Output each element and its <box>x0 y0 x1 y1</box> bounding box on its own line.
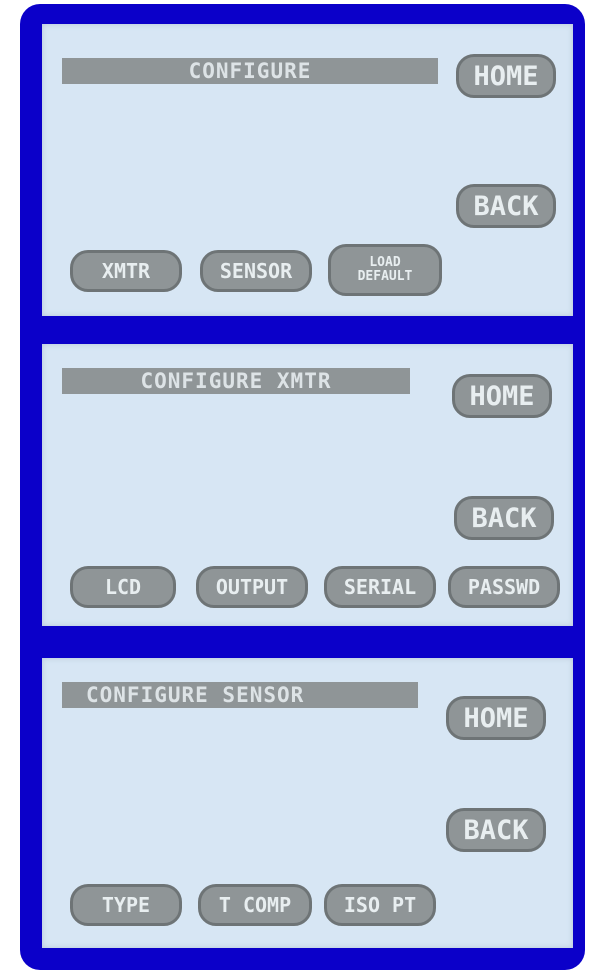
load-default-line1: LOAD <box>369 255 401 270</box>
t-comp-button[interactable]: T COMP <box>198 884 312 926</box>
iso-pt-button[interactable]: ISO PT <box>324 884 436 926</box>
home-button[interactable]: HOME <box>452 374 552 418</box>
output-button[interactable]: OUTPUT <box>196 566 308 608</box>
serial-button[interactable]: SERIAL <box>324 566 436 608</box>
home-button[interactable]: HOME <box>456 54 556 98</box>
screen-title: CONFIGURE SENSOR <box>62 682 418 708</box>
screen-configure-sensor: CONFIGURE SENSOR HOME BACK TYPE T COMP I… <box>42 658 573 948</box>
passwd-button[interactable]: PASSWD <box>448 566 560 608</box>
back-button[interactable]: BACK <box>454 496 554 540</box>
screen-configure: CONFIGURE HOME BACK XMTR SENSOR LOAD DEF… <box>42 24 573 316</box>
back-button[interactable]: BACK <box>456 184 556 228</box>
back-button[interactable]: BACK <box>446 808 546 852</box>
home-button[interactable]: HOME <box>446 696 546 740</box>
type-button[interactable]: TYPE <box>70 884 182 926</box>
sensor-button[interactable]: SENSOR <box>200 250 312 292</box>
load-default-line2: DEFAULT <box>357 269 413 284</box>
xmtr-button[interactable]: XMTR <box>70 250 182 292</box>
screen-title: CONFIGURE <box>62 58 438 84</box>
lcd-button[interactable]: LCD <box>70 566 176 608</box>
load-default-button[interactable]: LOAD DEFAULT <box>328 244 442 296</box>
screen-configure-xmtr: CONFIGURE XMTR HOME BACK LCD OUTPUT SERI… <box>42 344 573 626</box>
screen-title: CONFIGURE XMTR <box>62 368 410 394</box>
